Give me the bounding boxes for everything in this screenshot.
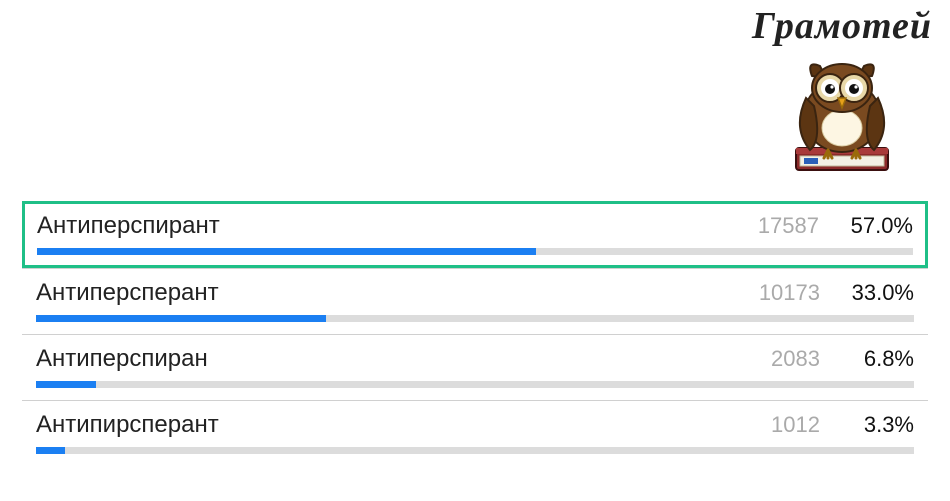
progress-fill [36, 447, 65, 454]
row-top: Антиперсперант 10173 33.0% [36, 279, 914, 307]
option-label: Антиперспирант [37, 212, 220, 240]
option-percent: 33.0% [842, 280, 914, 306]
option-numbers: 2083 6.8% [771, 346, 914, 372]
row-top: Антиперспиран 2083 6.8% [36, 345, 914, 373]
poll-results: Антиперспирант 17587 57.0% Антиперсперант 10… [22, 202, 928, 466]
option-count: 1012 [771, 412, 820, 438]
owl-mascot-icon [782, 48, 902, 178]
option-count: 2083 [771, 346, 820, 372]
option-numbers: 10173 33.0% [759, 280, 914, 306]
option-count: 17587 [758, 213, 819, 239]
option-percent: 6.8% [842, 346, 914, 372]
option-label: Антиперсперант [36, 279, 219, 307]
brand-title: Грамотей [752, 4, 932, 48]
option-numbers: 17587 57.0% [758, 213, 913, 239]
row-top: Антиперспирант 17587 57.0% [37, 212, 913, 240]
progress-fill [37, 248, 536, 255]
header: Грамотей [752, 4, 932, 178]
progress-track [36, 315, 914, 322]
poll-option-row[interactable]: Антипирсперант 1012 3.3% [22, 400, 928, 466]
option-numbers: 1012 3.3% [771, 412, 914, 438]
option-count: 10173 [759, 280, 820, 306]
option-label: Антипирсперант [36, 411, 219, 439]
option-percent: 3.3% [842, 412, 914, 438]
progress-fill [36, 315, 326, 322]
option-percent: 57.0% [841, 213, 913, 239]
poll-option-row[interactable]: Антиперспиран 2083 6.8% [22, 334, 928, 400]
poll-option-row[interactable]: Антиперспирант 17587 57.0% [22, 201, 928, 268]
option-label: Антиперспиран [36, 345, 208, 373]
row-top: Антипирсперант 1012 3.3% [36, 411, 914, 439]
progress-track [37, 248, 913, 255]
progress-track [36, 447, 914, 454]
progress-track [36, 381, 914, 388]
poll-option-row[interactable]: Антиперсперант 10173 33.0% [22, 268, 928, 334]
progress-fill [36, 381, 96, 388]
